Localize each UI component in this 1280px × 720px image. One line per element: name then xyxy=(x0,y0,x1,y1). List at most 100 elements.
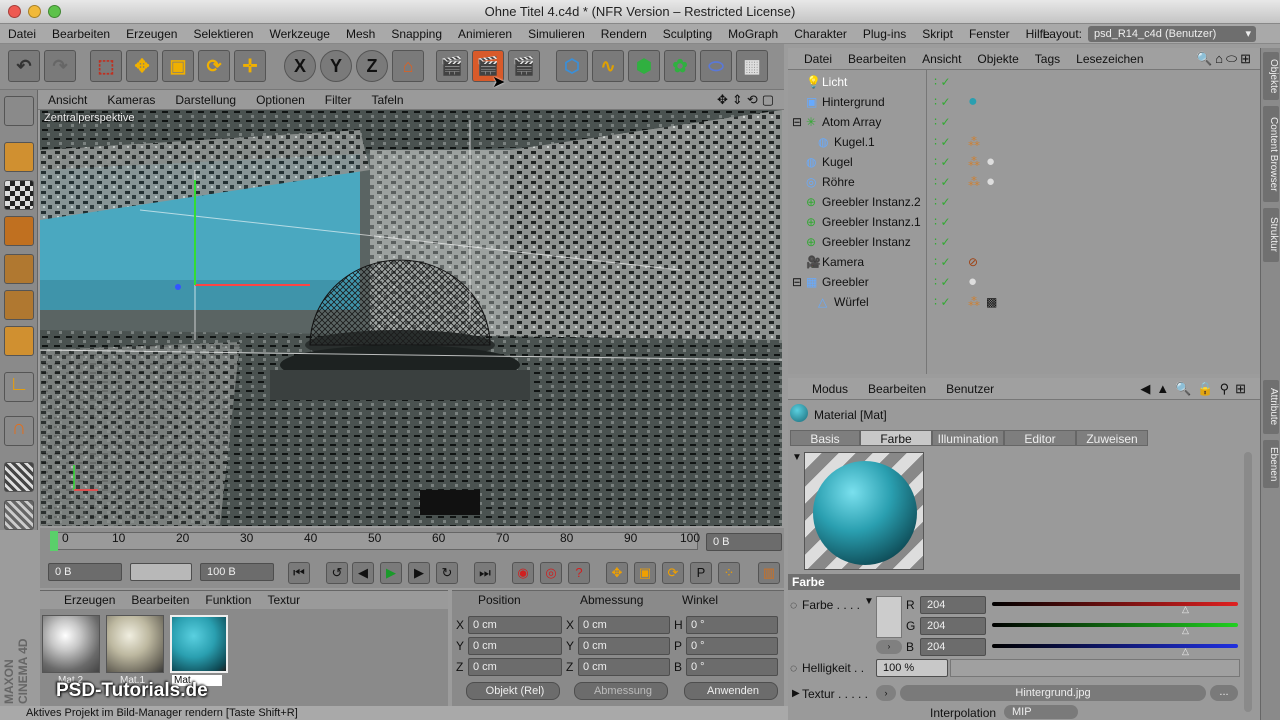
redo-button[interactable]: ↷ xyxy=(44,50,76,82)
axis-mode-button[interactable]: ∟ xyxy=(4,372,34,402)
menu-rendern[interactable]: Rendern xyxy=(593,27,655,41)
interpolation-dropdown[interactable]: MIP xyxy=(1004,705,1078,719)
material-tag-icon[interactable]: ● xyxy=(968,92,978,112)
3d-viewport[interactable]: Zentralperspektive xyxy=(40,110,782,526)
object-row[interactable]: 🎥 Kamera ∶ ✓ ⊘ xyxy=(788,252,1260,272)
object-row[interactable]: ▣ Hintergrund ∶ ✓ ● xyxy=(788,92,1260,112)
menu-datei[interactable]: Datei xyxy=(0,27,44,41)
tab-farbe[interactable]: Farbe xyxy=(860,430,932,446)
preview-range-slider[interactable] xyxy=(130,563,192,581)
menu-animieren[interactable]: Animieren xyxy=(450,27,520,41)
b-field[interactable]: 204 xyxy=(920,638,986,656)
menu-selektieren[interactable]: Selektieren xyxy=(185,27,261,41)
object-row[interactable]: ◍ Kugel.1 ∶ ✓ ⁂ xyxy=(788,132,1260,152)
viewport-menu-optionen[interactable]: Optionen xyxy=(246,93,315,107)
model-mode-button[interactable] xyxy=(4,142,34,172)
pos-x-field[interactable]: 0 cm xyxy=(468,616,562,634)
phong-tag-icon[interactable]: ⁂ xyxy=(968,292,980,312)
b-slider[interactable] xyxy=(992,644,1238,648)
expand-icon[interactable]: ⊟ xyxy=(792,272,802,292)
color-expand-button[interactable]: › xyxy=(876,640,902,654)
menu-skript[interactable]: Skript xyxy=(914,27,961,41)
r-slider[interactable] xyxy=(992,602,1238,606)
object-menu-lesezeichen[interactable]: Lesezeichen xyxy=(1068,52,1151,66)
z-axis-lock-button[interactable]: Z xyxy=(356,50,388,82)
menu-simulieren[interactable]: Simulieren xyxy=(520,27,593,41)
go-to-end-button[interactable]: ⏭ xyxy=(474,562,496,584)
material-menu-bearbeiten[interactable]: Bearbeiten xyxy=(123,593,197,607)
object-row[interactable]: ⊟ ✳ Atom Array ∶ ✓ xyxy=(788,112,1260,132)
snap-button[interactable]: ∩ xyxy=(4,416,34,446)
object-manager-tools-icons[interactable]: 🔍⌂⬭⊞ xyxy=(1196,51,1254,67)
brightness-field[interactable]: 100 % xyxy=(876,659,948,677)
attribute-nav-icons[interactable]: ◀▲🔍🔒⚲⊞ xyxy=(1140,381,1252,397)
render-view-button[interactable]: 🎬 xyxy=(436,50,468,82)
phong-tag-icon[interactable]: ⁂ xyxy=(968,152,980,172)
record-button[interactable]: ◉ xyxy=(512,562,534,584)
texture-file-button[interactable]: Hintergrund.jpg xyxy=(900,685,1206,701)
viewport-menu-kameras[interactable]: Kameras xyxy=(97,93,165,107)
g-slider-handle[interactable]: △ xyxy=(1182,625,1189,636)
b-slider-handle[interactable]: △ xyxy=(1182,646,1189,657)
menu-mograph[interactable]: MoGraph xyxy=(720,27,786,41)
side-tab-objekte[interactable]: Objekte xyxy=(1263,52,1279,100)
previous-frame-button[interactable]: ◀ xyxy=(352,562,374,584)
render-settings-button[interactable]: 🎬 xyxy=(508,50,540,82)
rot-h-field[interactable]: 0 ° xyxy=(686,616,778,634)
keyframe-selection-button[interactable]: ? xyxy=(568,562,590,584)
point-level-button[interactable]: ⁘ xyxy=(718,562,740,584)
material-menu-erzeugen[interactable]: Erzeugen xyxy=(40,593,123,607)
viewport-menu-tafeln[interactable]: Tafeln xyxy=(361,93,413,107)
locked-workplane-button[interactable] xyxy=(4,462,34,492)
workplane-mode-button[interactable] xyxy=(4,216,34,246)
x-axis-lock-button[interactable]: X xyxy=(284,50,316,82)
object-menu-bearbeiten[interactable]: Bearbeiten xyxy=(840,52,914,66)
menu-fenster[interactable]: Fenster xyxy=(961,27,1018,41)
r-slider-handle[interactable]: △ xyxy=(1182,604,1189,615)
r-field[interactable]: 204 xyxy=(920,596,986,614)
position-key-button[interactable]: ✥ xyxy=(606,562,628,584)
object-row[interactable]: ⊟ ▦ Greebler ∶ ✓ ● xyxy=(788,272,1260,292)
material-swatch-selected[interactable] xyxy=(170,615,228,673)
nurbs-button[interactable]: ⬢ xyxy=(628,50,660,82)
object-menu-datei[interactable]: Datei xyxy=(788,52,840,66)
play-button[interactable]: ▶ xyxy=(380,562,402,584)
menu-bearbeiten[interactable]: Bearbeiten xyxy=(44,27,118,41)
make-editable-button[interactable] xyxy=(4,96,34,126)
end-frame-field[interactable]: 100 B xyxy=(200,563,274,581)
material-swatch[interactable] xyxy=(106,615,164,673)
attribute-menu-bearbeiten[interactable]: Bearbeiten xyxy=(858,382,936,396)
texture-browse-button[interactable]: ... xyxy=(1210,685,1238,701)
checker-tag-icon[interactable]: ▩ xyxy=(986,292,997,312)
current-frame-field[interactable]: 0 B xyxy=(706,533,782,551)
side-tab-attribute[interactable]: Attribute xyxy=(1263,380,1279,434)
deformer-button[interactable]: ⬭ xyxy=(700,50,732,82)
array-button[interactable]: ✿ xyxy=(664,50,696,82)
next-key-button[interactable]: ↻ xyxy=(436,562,458,584)
menu-erzeugen[interactable]: Erzeugen xyxy=(118,27,185,41)
viewport-menu-darstellung[interactable]: Darstellung xyxy=(165,93,246,107)
cube-object-button[interactable]: ⬡ xyxy=(556,50,588,82)
attribute-menu-benutzer[interactable]: Benutzer xyxy=(936,382,1004,396)
side-tab-ebenen[interactable]: Ebenen xyxy=(1263,440,1279,488)
scale-tool-button[interactable]: ▣ xyxy=(162,50,194,82)
undo-button[interactable]: ↶ xyxy=(8,50,40,82)
size-mode-dropdown[interactable]: Abmessung xyxy=(574,682,668,700)
coordinate-system-button[interactable]: ⌂ xyxy=(392,50,424,82)
points-mode-button[interactable] xyxy=(4,254,34,284)
rotation-key-button[interactable]: ⟳ xyxy=(662,562,684,584)
material-tag-icon[interactable]: ● xyxy=(986,172,995,192)
polygons-mode-button[interactable] xyxy=(4,326,34,356)
object-row[interactable]: ⊕ Greebler Instanz ∶ ✓ xyxy=(788,232,1260,252)
rot-p-field[interactable]: 0 ° xyxy=(686,637,778,655)
start-frame-field[interactable]: 0 B xyxy=(48,563,122,581)
material-menu-textur[interactable]: Textur xyxy=(259,593,308,607)
floor-button[interactable]: ▦ xyxy=(736,50,768,82)
move-tool-button[interactable]: ✥ xyxy=(126,50,158,82)
object-row[interactable]: ⊕ Greebler Instanz.1 ∶ ✓ xyxy=(788,212,1260,232)
rotate-tool-button[interactable]: ⟳ xyxy=(198,50,230,82)
rot-b-field[interactable]: 0 ° xyxy=(686,658,778,676)
live-selection-button[interactable]: ⬚ xyxy=(90,50,122,82)
edges-mode-button[interactable] xyxy=(4,290,34,320)
parameter-key-button[interactable]: P xyxy=(690,562,712,584)
